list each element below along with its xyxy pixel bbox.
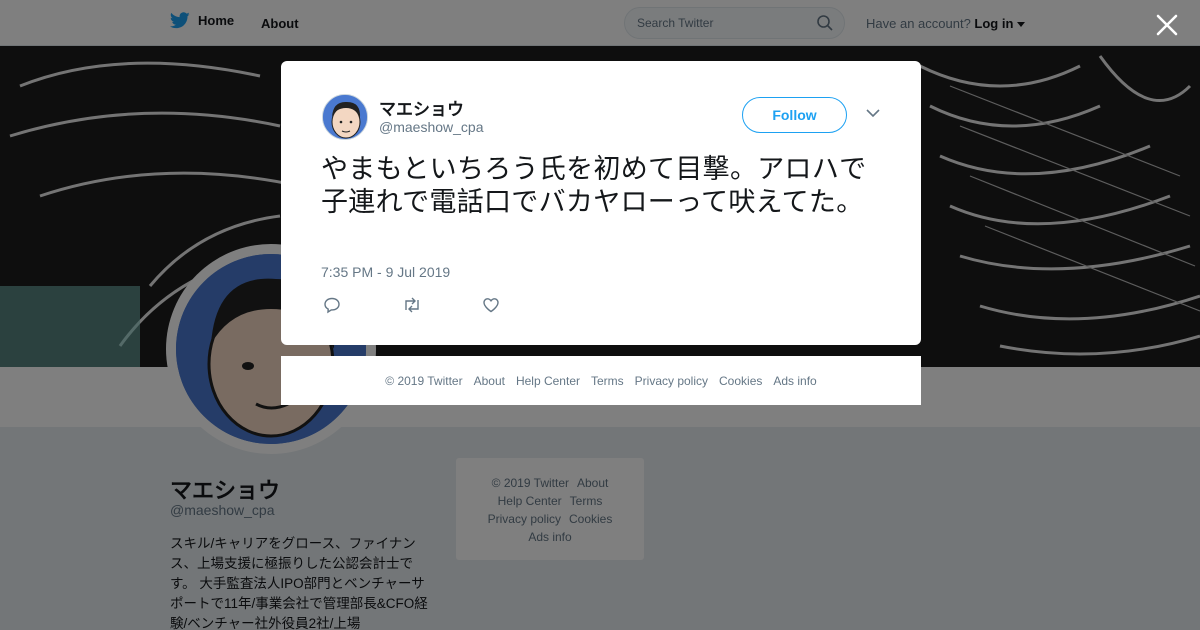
follow-button[interactable]: Follow bbox=[742, 97, 847, 133]
chevron-down-icon[interactable] bbox=[866, 108, 880, 118]
like-icon[interactable] bbox=[482, 296, 500, 314]
tweet-author-handle[interactable]: @maeshow_cpa bbox=[379, 119, 484, 135]
tweet-author-name[interactable]: マエショウ bbox=[379, 95, 464, 120]
tweet-modal: マエショウ @maeshow_cpa Follow やまもといちろう氏を初めて目… bbox=[281, 61, 921, 345]
retweet-icon[interactable] bbox=[402, 296, 422, 314]
modal-footer-link-help[interactable]: Help Center bbox=[516, 374, 580, 388]
tweet-text: やまもといちろう氏を初めて目撃。アロハで子連れで電話口でバカヤローって吠えてた。 bbox=[321, 154, 867, 217]
modal-footer-link-cookies[interactable]: Cookies bbox=[719, 374, 762, 388]
modal-footer-link-about[interactable]: About bbox=[474, 374, 505, 388]
modal-footer-link-terms[interactable]: Terms bbox=[591, 374, 624, 388]
modal-footer-link-privacy[interactable]: Privacy policy bbox=[635, 374, 708, 388]
reply-icon[interactable] bbox=[323, 296, 341, 314]
author-avatar-illustration bbox=[323, 95, 367, 139]
tweet-author-avatar[interactable] bbox=[322, 94, 368, 140]
modal-footer-link-ads[interactable]: Ads info bbox=[773, 374, 816, 388]
close-icon[interactable] bbox=[1154, 12, 1180, 38]
modal-footer-copyright: © 2019 Twitter bbox=[385, 373, 463, 388]
modal-footer: © 2019 Twitter About Help Center Terms P… bbox=[281, 356, 921, 405]
tweet-timestamp[interactable]: 7:35 PM - 9 Jul 2019 bbox=[321, 264, 450, 280]
